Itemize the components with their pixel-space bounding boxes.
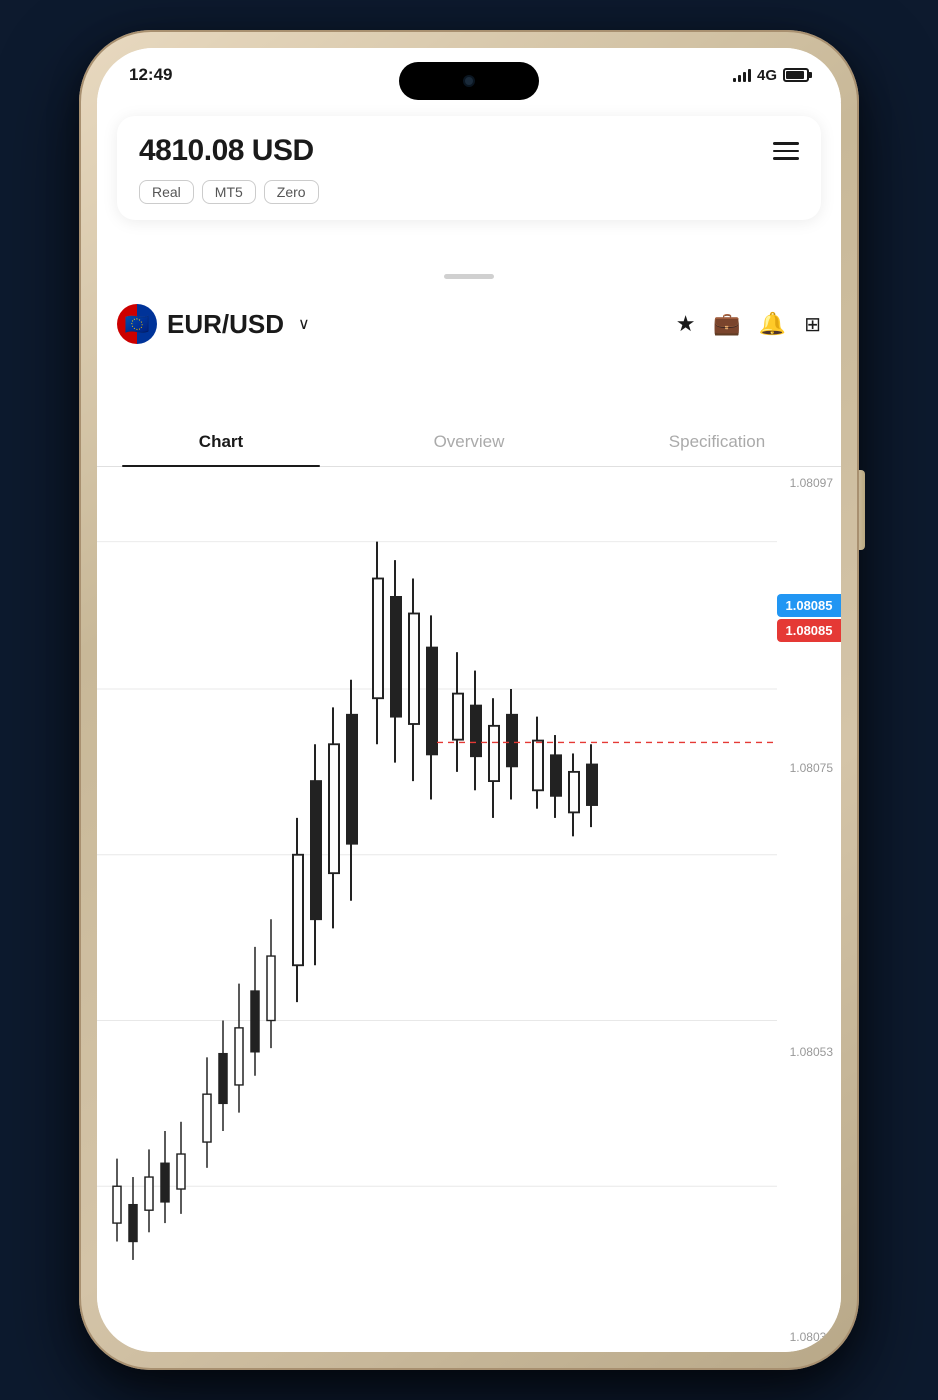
battery-fill <box>786 71 804 79</box>
hamburger-line-1 <box>773 142 799 145</box>
tab-chart[interactable]: Chart <box>97 418 345 466</box>
tab-specification-label: Specification <box>669 432 765 451</box>
phone-frame: 12:49 4G <box>79 30 859 1370</box>
currency-left: 🇪🇺 EUR/USD ∨ <box>117 304 310 344</box>
tab-overview[interactable]: Overview <box>345 418 593 466</box>
status-icons: 4G <box>733 67 809 84</box>
price-level-1: 1.08097 <box>767 476 837 490</box>
dynamic-island <box>399 62 539 100</box>
network-label: 4G <box>757 67 777 84</box>
signal-bar-4 <box>748 69 751 82</box>
ask-price-badge: 1.08085 <box>777 594 841 617</box>
hamburger-line-2 <box>773 150 799 153</box>
price-level-4: 1.08030 <box>767 1330 837 1344</box>
card-top-row: 4810.08 USD <box>139 134 799 168</box>
calculator-icon[interactable]: ⊞ <box>804 312 821 337</box>
tag-real[interactable]: Real <box>139 180 194 204</box>
tag-mt5[interactable]: MT5 <box>202 180 256 204</box>
phone-wrapper: 12:49 4G <box>79 30 859 1370</box>
signal-bar-2 <box>738 75 741 82</box>
price-badges: 1.08085 1.08085 <box>777 594 841 642</box>
star-icon[interactable]: ★ <box>676 311 696 337</box>
bell-icon[interactable]: 🔔 <box>759 311 786 337</box>
hamburger-line-3 <box>773 157 799 160</box>
balance-amount: 4810.08 USD <box>139 134 314 168</box>
currency-name: EUR/USD <box>167 309 284 340</box>
signal-bars <box>733 68 751 82</box>
chart-svg <box>97 468 841 1352</box>
price-level-2: 1.08075 <box>767 761 837 775</box>
currency-actions: ★ 💼 🔔 ⊞ <box>676 311 821 337</box>
status-time: 12:49 <box>129 65 172 85</box>
tab-specification[interactable]: Specification <box>593 418 841 466</box>
tab-chart-label: Chart <box>199 432 243 451</box>
account-tags: Real MT5 Zero <box>139 180 799 204</box>
signal-bar-3 <box>743 72 746 82</box>
currency-header: 🇪🇺 EUR/USD ∨ ★ 💼 🔔 ⊞ <box>117 296 821 360</box>
signal-bar-1 <box>733 78 736 82</box>
bid-price-badge: 1.08085 <box>777 619 841 642</box>
briefcase-icon[interactable]: 💼 <box>713 311 740 337</box>
tab-overview-label: Overview <box>434 432 505 451</box>
camera-dot <box>463 75 475 87</box>
status-bar: 12:49 4G <box>97 48 841 102</box>
menu-button[interactable] <box>773 142 799 160</box>
tab-chart-underline <box>122 465 320 468</box>
battery-icon <box>783 68 809 82</box>
currency-section: 🇪🇺 EUR/USD ∨ ★ 💼 🔔 ⊞ <box>117 296 821 360</box>
chart-area[interactable]: 1.08097 1.08075 1.08053 1.08030 1.08085 … <box>97 468 841 1352</box>
tabs-container: Chart Overview Specification <box>97 418 841 467</box>
currency-flag: 🇪🇺 <box>117 304 157 344</box>
chevron-down-icon[interactable]: ∨ <box>298 314 310 334</box>
phone-screen: 12:49 4G <box>97 48 841 1352</box>
tag-zero[interactable]: Zero <box>264 180 319 204</box>
price-level-3: 1.08053 <box>767 1045 837 1059</box>
drag-handle[interactable] <box>444 274 494 279</box>
side-button[interactable] <box>859 470 865 550</box>
account-card: 4810.08 USD Real MT5 Zero <box>117 116 821 220</box>
